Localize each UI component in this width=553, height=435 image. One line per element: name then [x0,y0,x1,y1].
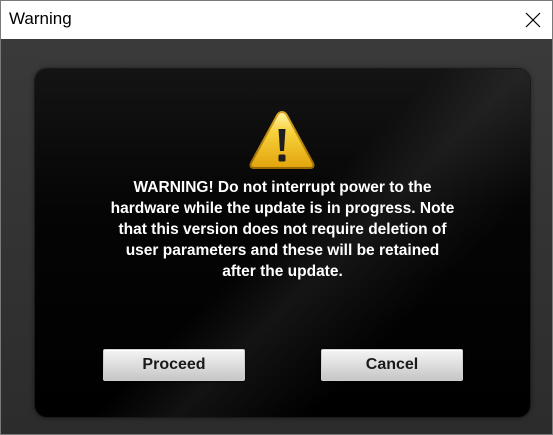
message-panel: WARNING! Do not interrupt power to the h… [35,69,530,417]
warning-message: WARNING! Do not interrupt power to the h… [110,179,455,280]
dialog-content: WARNING! Do not interrupt power to the h… [1,39,552,434]
cancel-button[interactable]: Cancel [321,349,463,381]
warning-window: Warning WARNING! Do not interrupt power … [0,0,553,435]
window-title: Warning [9,9,72,28]
close-button[interactable] [518,5,548,35]
warning-triangle-icon [249,110,315,169]
proceed-button[interactable]: Proceed [103,349,245,381]
close-icon [525,12,541,28]
title-bar[interactable]: Warning [1,1,552,39]
